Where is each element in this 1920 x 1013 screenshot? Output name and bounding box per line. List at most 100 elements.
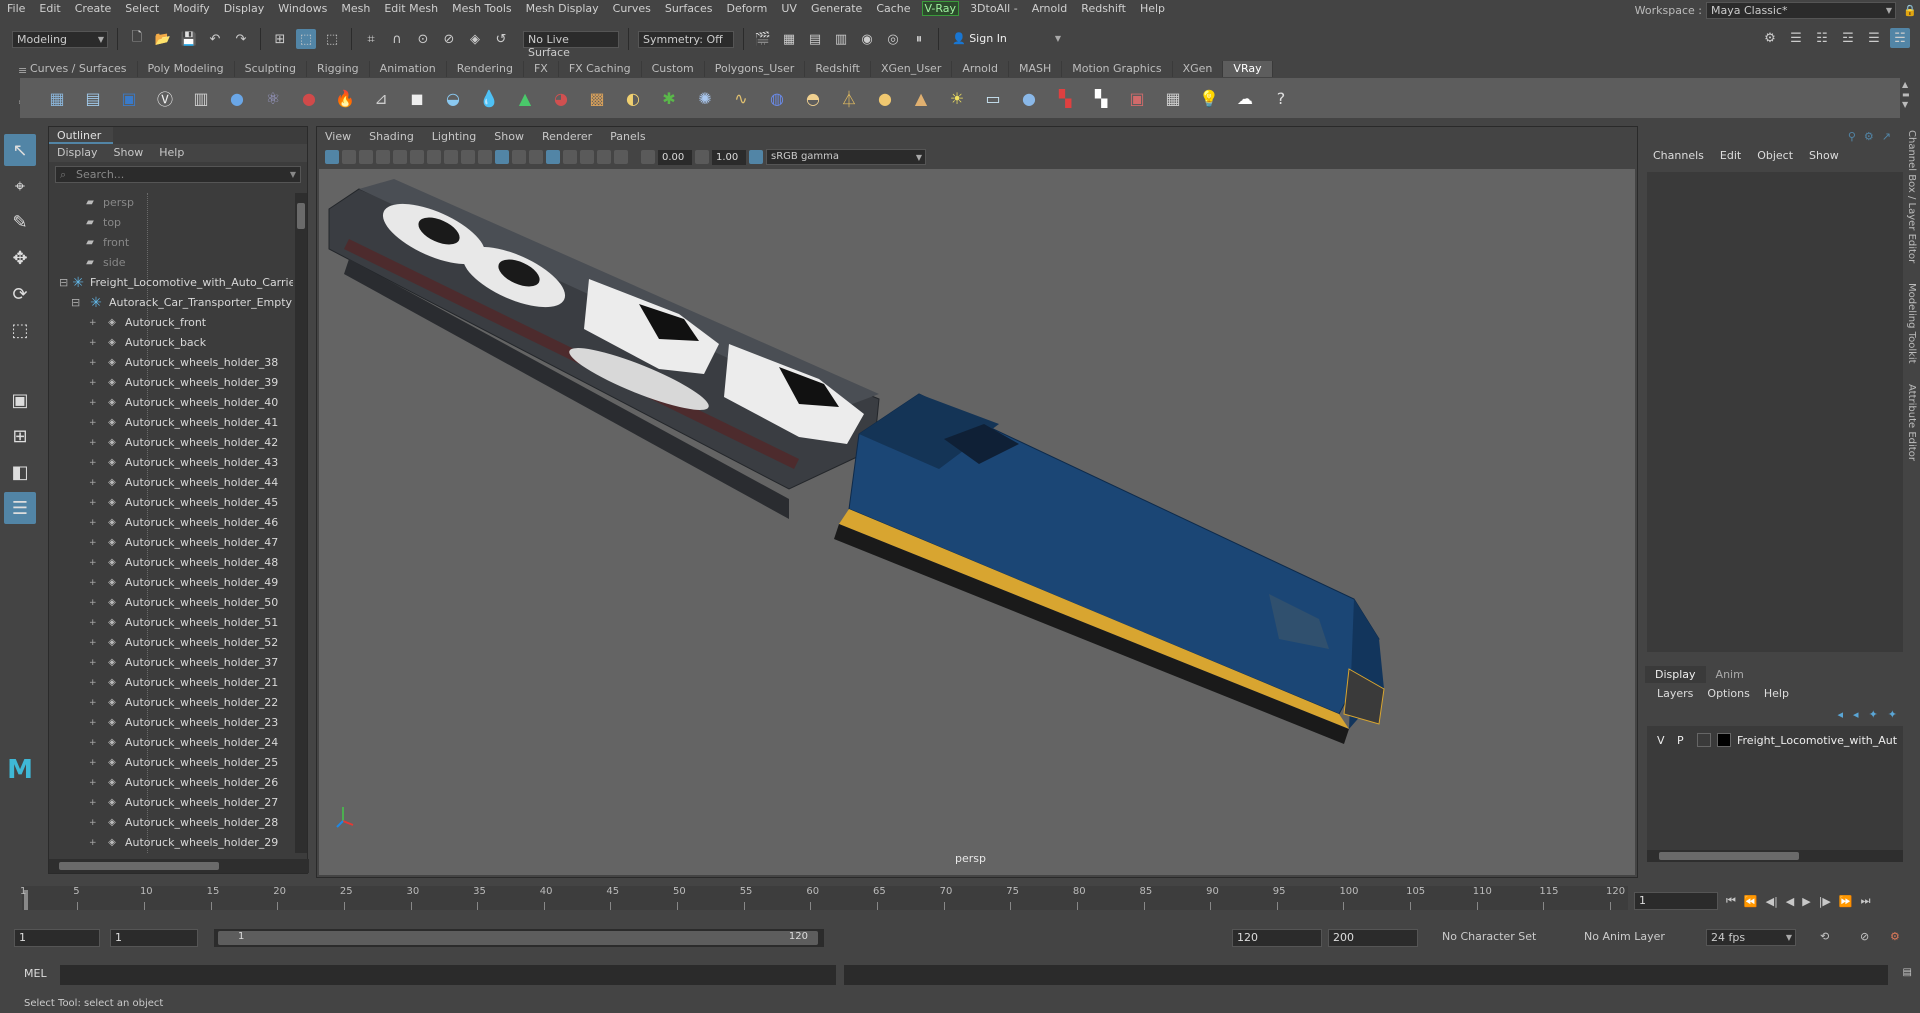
vray-dome-icon[interactable]: ◒	[438, 83, 468, 113]
shelf-tab-fx-caching[interactable]: FX Caching	[558, 61, 642, 77]
select-hierarchy-icon[interactable]: ⊞	[270, 29, 290, 49]
menu-deform[interactable]: Deform	[719, 2, 774, 15]
shelf-tab-fx[interactable]: FX	[523, 61, 559, 77]
symmetry-dropdown[interactable]: Symmetry: Off	[638, 30, 734, 48]
gamma-icon[interactable]	[695, 150, 709, 164]
layer-color-swatch[interactable]	[1717, 733, 1731, 747]
shelf-tab-sculpting[interactable]: Sculpting	[234, 61, 307, 77]
save-scene-icon[interactable]: 💾	[179, 29, 199, 49]
outliner-mesh-item[interactable]: + ◈ Autoruck_wheels_holder_25	[49, 753, 293, 773]
select-camera-icon[interactable]	[325, 150, 339, 164]
expand-icon[interactable]: +	[89, 773, 103, 793]
viewport-menu-renderer[interactable]: Renderer	[542, 127, 592, 147]
menu-select[interactable]: Select	[118, 2, 166, 15]
outliner-menu-display[interactable]: Display	[57, 144, 98, 162]
outliner-mesh-item[interactable]: + ◈ Autoruck_wheels_holder_49	[49, 573, 293, 593]
vray-proxy-icon[interactable]: ▥	[186, 83, 216, 113]
lighting-icon[interactable]	[495, 150, 509, 164]
snap-view-icon[interactable]: ⊘	[439, 29, 459, 49]
expand-icon[interactable]: +	[89, 353, 103, 373]
outliner-mesh-item[interactable]: + ◈ Autoruck_front	[49, 313, 293, 333]
outliner-sub-group[interactable]: ⊟ ✳ Autorack_Car_Transporter_Empty	[49, 293, 293, 313]
single-perspective-icon[interactable]: ▣	[4, 384, 36, 416]
expand-icon[interactable]: +	[89, 753, 103, 773]
snap-point-icon[interactable]: ⊙	[413, 29, 433, 49]
viewport-menu-lighting[interactable]: Lighting	[432, 127, 476, 147]
shelf-tab-custom[interactable]: Custom	[641, 61, 705, 77]
expand-icon[interactable]: +	[89, 613, 103, 633]
outliner-mesh-item[interactable]: + ◈ Autoruck_wheels_holder_21	[49, 673, 293, 693]
exposure-icon[interactable]	[641, 150, 655, 164]
menu-uv[interactable]: UV	[774, 2, 804, 15]
vray-mesh-light-icon[interactable]: ◼	[402, 83, 432, 113]
attribute-editor-icon[interactable]: ☷	[1812, 28, 1832, 48]
expand-icon[interactable]: +	[89, 433, 103, 453]
menu-curves[interactable]: Curves	[606, 2, 658, 15]
vray-ies-icon[interactable]: ▲	[906, 83, 936, 113]
snap-grid-icon[interactable]: ⌗	[361, 29, 381, 49]
outliner-mesh-item[interactable]: + ◈ Autoruck_wheels_holder_26	[49, 773, 293, 793]
character-controls-icon[interactable]: ☰	[1786, 28, 1806, 48]
outliner-horizontal-scrollbar[interactable]	[49, 859, 309, 873]
loop-icon[interactable]: ⟲	[1820, 930, 1829, 943]
sign-in-button[interactable]: 👤 Sign In ▼	[948, 30, 1064, 48]
menu-display[interactable]: Display	[217, 2, 272, 15]
render-frame-icon[interactable]: 🎬	[753, 29, 773, 49]
new-layer-icon[interactable]: ✦	[1869, 708, 1878, 721]
layer-tab-display[interactable]: Display	[1645, 666, 1706, 683]
shelf-tab-redshift[interactable]: Redshift	[805, 61, 871, 77]
shelf-tab-motion-graphics[interactable]: Motion Graphics	[1062, 61, 1173, 77]
shelf-tab-arnold[interactable]: Arnold	[952, 61, 1009, 77]
channel-box-menu-channels[interactable]: Channels	[1653, 146, 1704, 166]
collapse-icon[interactable]: ⊟	[59, 273, 68, 293]
outliner-mesh-item[interactable]: + ◈ Autoruck_wheels_holder_44	[49, 473, 293, 493]
side-tab-attribute-editor[interactable]: Attribute Editor	[1906, 384, 1917, 461]
outliner-mesh-item[interactable]: + ◈ Autoruck_wheels_holder_52	[49, 633, 293, 653]
range-slider-thumb[interactable]: 1 120	[218, 931, 818, 945]
side-tab-channel-box-layer-editor[interactable]: Channel Box / Layer Editor	[1906, 130, 1917, 263]
menu-generate[interactable]: Generate	[804, 2, 869, 15]
menu-edit[interactable]: Edit	[32, 2, 67, 15]
expand-icon[interactable]: +	[89, 573, 103, 593]
range-slider-bar[interactable]: 1 120	[214, 929, 824, 947]
channel-box-menu-object[interactable]: Object	[1757, 146, 1793, 166]
shelf-tab-xgen[interactable]: XGen	[1172, 61, 1224, 77]
layer-menu-help[interactable]: Help	[1764, 687, 1789, 700]
vray-curve-icon[interactable]: ∿	[726, 83, 756, 113]
outliner-mesh-item[interactable]: + ◈ Autoruck_wheels_holder_42	[49, 433, 293, 453]
outliner-mesh-item[interactable]: + ◈ Autoruck_wheels_holder_29	[49, 833, 293, 853]
menu-cache[interactable]: Cache	[869, 2, 917, 15]
preferences-icon[interactable]: ⚙	[1890, 930, 1900, 943]
vray-globe-icon[interactable]: ◍	[762, 83, 792, 113]
menu-redshift[interactable]: Redshift	[1074, 2, 1133, 15]
shelf-tab-rigging[interactable]: Rigging	[306, 61, 370, 77]
layer-type-toggle[interactable]	[1697, 733, 1711, 747]
viewport-menu-panels[interactable]: Panels	[610, 127, 645, 147]
vray-bulb-icon[interactable]: 💡	[1194, 83, 1224, 113]
outliner-root-group[interactable]: ⊟ ✳ Freight_Locomotive_with_Auto_Carrier	[49, 273, 293, 293]
outliner-vertical-scrollbar[interactable]	[295, 193, 307, 853]
chevron-down-icon[interactable]: ▼	[290, 167, 296, 182]
open-scene-icon[interactable]: 📂	[153, 29, 173, 49]
script-editor-icon[interactable]: ▤	[1903, 967, 1912, 978]
camera-attributes-icon[interactable]	[342, 150, 356, 164]
vray-checker-icon[interactable]: ▚	[1086, 83, 1116, 113]
render-sequence-icon[interactable]: ▦	[779, 29, 799, 49]
vray-frame-buffer-icon[interactable]: ▣	[114, 83, 144, 113]
layer-name[interactable]: Freight_Locomotive_with_Auto_Carrier	[1737, 734, 1897, 747]
outliner-layout-icon[interactable]: ☰	[4, 492, 36, 524]
layer-tab-anim[interactable]: Anim	[1706, 666, 1754, 683]
outliner-mesh-item[interactable]: + ◈ Autoruck_wheels_holder_46	[49, 513, 293, 533]
outliner-mesh-item[interactable]: + ◈ Autoruck_wheels_holder_22	[49, 693, 293, 713]
outliner-camera-top[interactable]: ▰ top	[49, 213, 293, 233]
outliner-mesh-item[interactable]: + ◈ Autoruck_back	[49, 333, 293, 353]
outliner-mesh-item[interactable]: + ◈ Autoruck_wheels_holder_43	[49, 453, 293, 473]
vray-spot-icon[interactable]: ⏃	[834, 83, 864, 113]
vray-half-sphere-icon[interactable]: ◓	[798, 83, 828, 113]
outliner-mesh-item[interactable]: + ◈ Autoruck_wheels_holder_38	[49, 353, 293, 373]
vray-material-icon[interactable]: ⚛	[258, 83, 288, 113]
ambient-occlusion-icon[interactable]	[529, 150, 543, 164]
select-tool-icon[interactable]: ↖	[4, 134, 36, 166]
vray-sphere-light-icon[interactable]: ●	[870, 83, 900, 113]
expand-icon[interactable]: +	[89, 313, 103, 333]
